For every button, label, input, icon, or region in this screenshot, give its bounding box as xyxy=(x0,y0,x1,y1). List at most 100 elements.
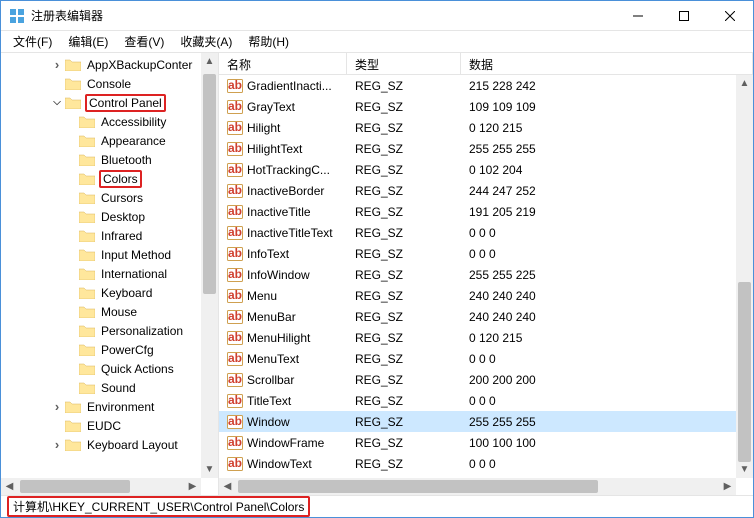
list-row[interactable]: abTitleTextREG_SZ0 0 0 xyxy=(219,390,753,411)
tree-item[interactable]: Accessibility xyxy=(1,112,218,131)
chevron-right-icon[interactable] xyxy=(51,399,63,414)
menu-item[interactable]: 收藏夹(A) xyxy=(172,31,240,52)
list-row[interactable]: abInfoWindowREG_SZ255 255 225 xyxy=(219,264,753,285)
list-row[interactable]: abInactiveTitleREG_SZ191 205 219 xyxy=(219,201,753,222)
list-row[interactable]: abHilightREG_SZ0 120 215 xyxy=(219,117,753,138)
tree-item[interactable]: International xyxy=(1,264,218,283)
value-name: Scrollbar xyxy=(247,373,294,387)
list-row[interactable]: abScrollbarREG_SZ200 200 200 xyxy=(219,369,753,390)
tree-vscrollbar[interactable]: ▲ ▼ xyxy=(201,53,218,478)
value-data: 0 120 215 xyxy=(461,121,753,135)
tree-item[interactable]: Console xyxy=(1,74,218,93)
scroll-down-icon[interactable]: ▼ xyxy=(736,461,753,478)
scroll-down-icon[interactable]: ▼ xyxy=(201,461,218,478)
tree-item[interactable]: Control Panel xyxy=(1,93,218,112)
value-type: REG_SZ xyxy=(347,142,461,156)
tree-label: Keyboard xyxy=(99,286,154,300)
value-data: 109 109 109 xyxy=(461,100,753,114)
scroll-left-icon[interactable]: ◀ xyxy=(219,478,236,495)
scroll-left-icon[interactable]: ◀ xyxy=(1,478,18,495)
tree-label: Desktop xyxy=(99,210,147,224)
string-value-icon: ab xyxy=(227,289,243,303)
folder-icon xyxy=(65,438,81,451)
list-row[interactable]: abHotTrackingC...REG_SZ0 102 204 xyxy=(219,159,753,180)
value-name: MenuHilight xyxy=(247,331,310,345)
tree-item[interactable]: EUDC xyxy=(1,416,218,435)
value-name: WindowFrame xyxy=(247,436,324,450)
list-row[interactable]: abMenuHilightREG_SZ0 120 215 xyxy=(219,327,753,348)
value-name: TitleText xyxy=(247,394,291,408)
list-row[interactable]: abInactiveBorderREG_SZ244 247 252 xyxy=(219,180,753,201)
scroll-right-icon[interactable]: ▶ xyxy=(719,478,736,495)
tree-item[interactable]: Cursors xyxy=(1,188,218,207)
tree-label: Appearance xyxy=(99,134,168,148)
value-type: REG_SZ xyxy=(347,163,461,177)
value-name: WindowText xyxy=(247,457,312,471)
list-row[interactable]: abWindowFrameREG_SZ100 100 100 xyxy=(219,432,753,453)
tree-item[interactable]: Personalization xyxy=(1,321,218,340)
tree-item[interactable]: Input Method xyxy=(1,245,218,264)
value-type: REG_SZ xyxy=(347,205,461,219)
list-row[interactable]: abMenuREG_SZ240 240 240 xyxy=(219,285,753,306)
tree-label: Accessibility xyxy=(99,115,168,129)
tree-item[interactable]: Mouse xyxy=(1,302,218,321)
string-value-icon: ab xyxy=(227,142,243,156)
menu-item[interactable]: 文件(F) xyxy=(5,31,60,52)
svg-text:ab: ab xyxy=(228,163,242,176)
folder-icon xyxy=(79,362,95,375)
menu-item[interactable]: 编辑(E) xyxy=(60,31,116,52)
value-type: REG_SZ xyxy=(347,184,461,198)
list-hscrollbar[interactable]: ◀ ▶ xyxy=(219,478,736,495)
tree-item[interactable]: Desktop xyxy=(1,207,218,226)
list-row[interactable]: abWindowTextREG_SZ0 0 0 xyxy=(219,453,753,474)
list-row[interactable]: abWindowREG_SZ255 255 255 xyxy=(219,411,753,432)
list-row[interactable]: abGradientInacti...REG_SZ215 228 242 xyxy=(219,75,753,96)
value-name: MenuBar xyxy=(247,310,296,324)
tree-item[interactable]: Sound xyxy=(1,378,218,397)
svg-text:ab: ab xyxy=(228,289,242,302)
list-row[interactable]: abGrayTextREG_SZ109 109 109 xyxy=(219,96,753,117)
tree-hscrollbar[interactable]: ◀ ▶ xyxy=(1,478,201,495)
value-name: InactiveTitleText xyxy=(247,226,333,240)
list-row[interactable]: abMenuBarREG_SZ240 240 240 xyxy=(219,306,753,327)
tree-item[interactable]: Environment xyxy=(1,397,218,416)
list-row[interactable]: abHilightTextREG_SZ255 255 255 xyxy=(219,138,753,159)
chevron-right-icon[interactable] xyxy=(51,437,63,452)
scroll-up-icon[interactable]: ▲ xyxy=(201,53,218,70)
list-pane: 名称 类型 数据 abGradientInacti...REG_SZ215 22… xyxy=(219,53,753,495)
tree-item[interactable]: Infrared xyxy=(1,226,218,245)
list-vscrollbar[interactable]: ▲ ▼ xyxy=(736,75,753,478)
value-name: HotTrackingC... xyxy=(247,163,330,177)
chevron-right-icon[interactable] xyxy=(51,57,63,72)
tree-item[interactable]: Colors xyxy=(1,169,218,188)
string-value-icon: ab xyxy=(227,352,243,366)
value-name: Menu xyxy=(247,289,277,303)
folder-icon xyxy=(79,324,95,337)
list-row[interactable]: abInfoTextREG_SZ0 0 0 xyxy=(219,243,753,264)
tree-item[interactable]: Quick Actions xyxy=(1,359,218,378)
list-row[interactable]: abInactiveTitleTextREG_SZ0 0 0 xyxy=(219,222,753,243)
chevron-down-icon[interactable] xyxy=(51,97,63,108)
scroll-right-icon[interactable]: ▶ xyxy=(184,478,201,495)
menu-item[interactable]: 帮助(H) xyxy=(240,31,297,52)
menu-item[interactable]: 查看(V) xyxy=(116,31,172,52)
maximize-button[interactable] xyxy=(661,1,707,31)
tree-item[interactable]: Keyboard xyxy=(1,283,218,302)
status-bar: 计算机\HKEY_CURRENT_USER\Control Panel\Colo… xyxy=(1,495,753,517)
tree-item[interactable]: AppXBackupConter xyxy=(1,55,218,74)
scroll-up-icon[interactable]: ▲ xyxy=(736,75,753,92)
tree-item[interactable]: PowerCfg xyxy=(1,340,218,359)
string-value-icon: ab xyxy=(227,247,243,261)
column-name[interactable]: 名称 xyxy=(219,53,347,74)
tree-item[interactable]: Keyboard Layout xyxy=(1,435,218,454)
folder-icon xyxy=(79,267,95,280)
minimize-button[interactable] xyxy=(615,1,661,31)
tree-item[interactable]: Appearance xyxy=(1,131,218,150)
menu-bar: 文件(F)编辑(E)查看(V)收藏夹(A)帮助(H) xyxy=(1,31,753,53)
tree-item[interactable]: Bluetooth xyxy=(1,150,218,169)
column-type[interactable]: 类型 xyxy=(347,53,461,74)
close-button[interactable] xyxy=(707,1,753,31)
value-type: REG_SZ xyxy=(347,394,461,408)
column-data[interactable]: 数据 xyxy=(461,53,753,74)
list-row[interactable]: abMenuTextREG_SZ0 0 0 xyxy=(219,348,753,369)
